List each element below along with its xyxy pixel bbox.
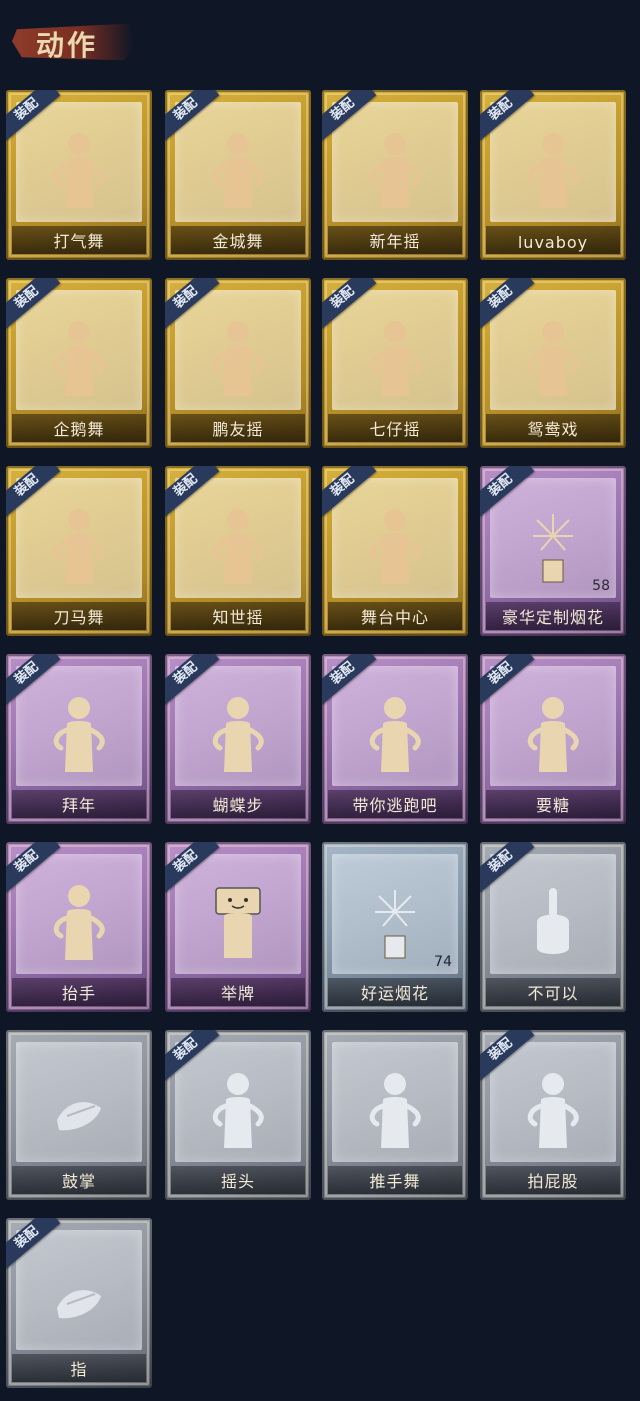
dance-figure-icon bbox=[212, 509, 264, 584]
card-label: 新年摇 bbox=[369, 232, 421, 251]
action-card[interactable]: 蝴蝶步 装配 bbox=[165, 654, 311, 824]
card-label: 摇头 bbox=[220, 1172, 255, 1191]
figure-icon bbox=[53, 697, 105, 772]
dance-figure-icon bbox=[369, 321, 421, 396]
card-label: 舞台中心 bbox=[360, 608, 429, 627]
dance-figure-icon bbox=[53, 321, 105, 396]
card-label: 要糖 bbox=[535, 796, 570, 815]
action-card[interactable]: 好运烟花 74 bbox=[322, 842, 468, 1012]
card-label: 带你逃跑吧 bbox=[352, 796, 438, 815]
card-label: 指 bbox=[70, 1360, 88, 1379]
action-card[interactable]: 打气舞 装配 bbox=[6, 90, 152, 260]
card-label: 金城舞 bbox=[212, 232, 264, 251]
pointing-hand-icon bbox=[57, 1290, 101, 1319]
action-card[interactable]: 拜年 装配 bbox=[6, 654, 152, 824]
action-card[interactable]: 舞台中心 装配 bbox=[322, 466, 468, 636]
action-card[interactable]: luvaboy 装配 bbox=[480, 90, 626, 260]
action-card[interactable]: 企鹅舞 装配 bbox=[6, 278, 152, 448]
action-card[interactable]: 不可以 装配 bbox=[480, 842, 626, 1012]
figure-icon bbox=[369, 697, 421, 772]
figure-icon bbox=[369, 1073, 421, 1148]
action-card[interactable]: 推手舞 bbox=[322, 1030, 468, 1200]
action-card[interactable]: 鼓掌 bbox=[6, 1030, 152, 1200]
item-count: 74 bbox=[434, 954, 452, 970]
card-label: 举牌 bbox=[220, 984, 255, 1003]
card-label: 刀马舞 bbox=[53, 608, 105, 627]
card-label: 豪华定制烟花 bbox=[501, 608, 604, 627]
sign-holder-icon bbox=[215, 887, 261, 958]
dance-figure-icon bbox=[53, 509, 105, 584]
card-label: 拍屁股 bbox=[527, 1172, 579, 1191]
action-card[interactable]: 抬手 装配 bbox=[6, 842, 152, 1012]
figure-icon bbox=[527, 1073, 579, 1148]
card-label: 拜年 bbox=[61, 796, 96, 815]
finger-wag-icon bbox=[537, 888, 569, 954]
action-card[interactable]: 刀马舞 装配 bbox=[6, 466, 152, 636]
card-label: 不可以 bbox=[527, 984, 579, 1003]
action-card[interactable]: 举牌 装配 bbox=[165, 842, 311, 1012]
card-label: 鸳鸯戏 bbox=[527, 420, 579, 439]
figure-icon bbox=[53, 885, 105, 960]
action-card[interactable]: 知世摇 装配 bbox=[165, 466, 311, 636]
figure-icon bbox=[212, 1073, 264, 1148]
card-label: 企鹅舞 bbox=[53, 420, 105, 439]
dance-figure-icon bbox=[527, 321, 579, 396]
card-label: 抬手 bbox=[61, 984, 96, 1003]
card-label: 蝴蝶步 bbox=[212, 796, 264, 815]
action-card[interactable]: 要糖 装配 bbox=[480, 654, 626, 824]
action-card[interactable]: 豪华定制烟花 58 装配 bbox=[480, 466, 626, 636]
action-card[interactable]: 鹏友摇 装配 bbox=[165, 278, 311, 448]
card-label: 好运烟花 bbox=[360, 984, 429, 1003]
card-label: luvaboy bbox=[517, 233, 589, 252]
dance-figure-icon bbox=[369, 133, 421, 208]
card-label: 知世摇 bbox=[212, 608, 264, 627]
item-count: 58 bbox=[592, 578, 610, 594]
card-label: 打气舞 bbox=[53, 232, 105, 251]
card-label: 鼓掌 bbox=[61, 1172, 96, 1191]
fireworks-icon bbox=[533, 514, 573, 583]
dance-figure-icon bbox=[53, 133, 105, 208]
page-title: 动作 bbox=[36, 29, 99, 62]
card-label: 推手舞 bbox=[369, 1172, 421, 1191]
dance-figure-icon bbox=[369, 509, 421, 584]
figure-icon bbox=[527, 697, 579, 772]
dance-figure-icon bbox=[527, 133, 579, 208]
dance-figure-icon bbox=[212, 321, 264, 396]
action-card[interactable]: 七仔摇 装配 bbox=[322, 278, 468, 448]
firework-can-icon bbox=[375, 890, 415, 959]
figure-icon bbox=[212, 697, 264, 772]
action-card[interactable]: 摇头 装配 bbox=[165, 1030, 311, 1200]
action-card[interactable]: 金城舞 装配 bbox=[165, 90, 311, 260]
section-header: 动作 bbox=[12, 18, 134, 64]
clap-hands-icon bbox=[57, 1102, 101, 1131]
card-label: 鹏友摇 bbox=[212, 420, 264, 439]
action-card[interactable]: 鸳鸯戏 装配 bbox=[480, 278, 626, 448]
action-card[interactable]: 带你逃跑吧 装配 bbox=[322, 654, 468, 824]
action-card[interactable]: 指装配 bbox=[6, 1218, 152, 1388]
action-card[interactable]: 拍屁股 装配 bbox=[480, 1030, 626, 1200]
card-label: 七仔摇 bbox=[369, 420, 421, 439]
action-card[interactable]: 新年摇 装配 bbox=[322, 90, 468, 260]
dance-figure-icon bbox=[212, 133, 264, 208]
